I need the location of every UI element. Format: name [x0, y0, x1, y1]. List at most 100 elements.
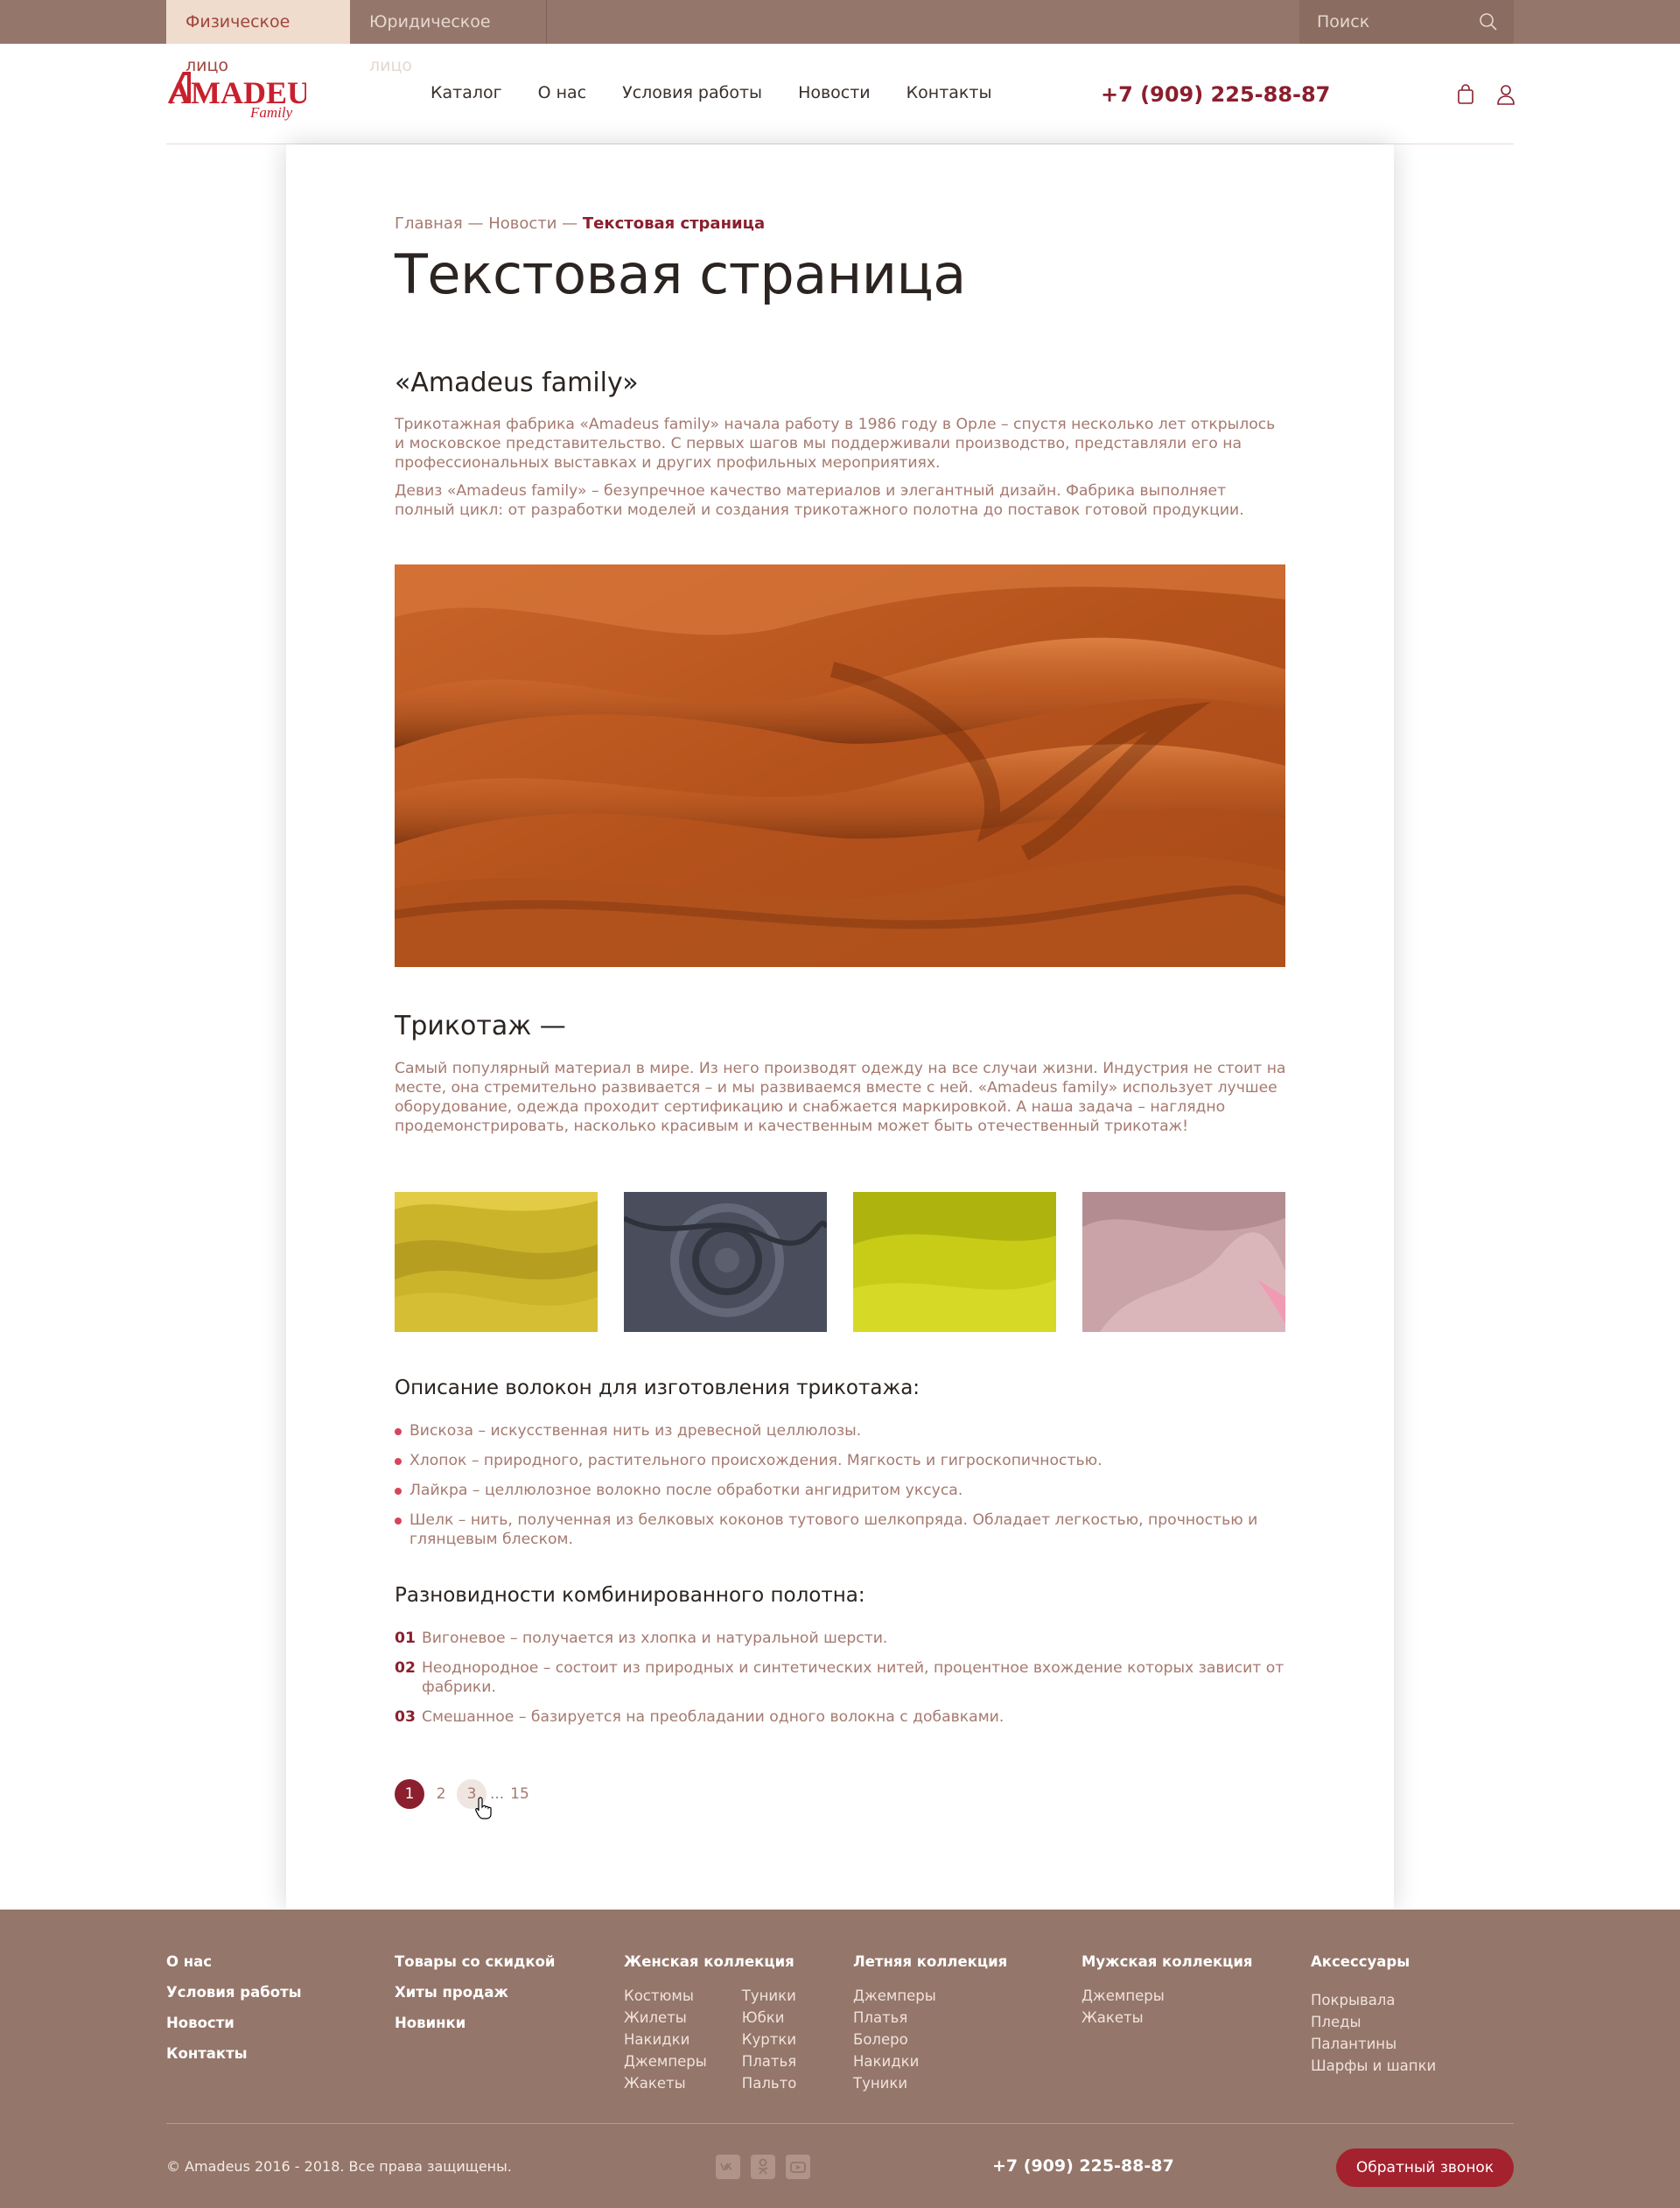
footer-link-bedspreads[interactable]: Покрывала	[1311, 1989, 1436, 2011]
footer-heading-men[interactable]: Мужская коллекция	[1082, 1953, 1253, 1970]
footer-link-scarves-hats[interactable]: Шарфы и шапки	[1311, 2055, 1436, 2077]
footer-col-accessories: Аксессуары Покрывала Пледы Палантины Шар…	[1311, 1953, 1436, 2077]
footer-link-bestsellers[interactable]: Хиты продаж	[395, 1984, 555, 2001]
footer-link-summer-capes[interactable]: Накидки	[853, 2050, 936, 2072]
list-item: 01 Вигоневое – получается из хлопка и нат…	[395, 1630, 888, 1647]
footer-link-new[interactable]: Новинки	[395, 2015, 555, 2031]
vk-icon[interactable]	[716, 2155, 740, 2179]
footer-link-men-jackets[interactable]: Жакеты	[1082, 2007, 1165, 2029]
fabric-thumb-grey	[624, 1192, 827, 1332]
footer-col-shop: Товары со скидкой Хиты продаж Новинки	[395, 1953, 555, 2045]
tab-individual[interactable]: Физическое лицо	[166, 0, 350, 75]
nav-terms[interactable]: Условия работы	[622, 83, 762, 102]
knitwear-paragraph: Самый популярный материал в мире. Из нег…	[395, 1060, 1286, 1135]
footer-link-summer-boleros[interactable]: Болеро	[853, 2029, 936, 2050]
hand-cursor-icon	[475, 1797, 492, 1819]
varieties-title: Разновидности комбинированного полотна:	[395, 1584, 865, 1607]
bullet-dot	[395, 1488, 402, 1495]
intro-paragraph-1: Трикотажная фабрика «Amadeus family» нач…	[395, 416, 1276, 472]
cart-icon[interactable]	[1456, 84, 1475, 105]
footer-heading-summer[interactable]: Летняя коллекция	[853, 1953, 1007, 1970]
odnoklassniki-icon[interactable]	[751, 2155, 775, 2179]
tab-legal-entity[interactable]: Юридическое лицо	[350, 0, 547, 75]
main-nav: Каталог О нас Условия работы Новости Кон…	[430, 83, 991, 102]
footer-link-about[interactable]: О нас	[166, 1953, 302, 1970]
breadcrumb-current: Текстовая страница	[582, 214, 766, 233]
footer-col-info: О нас Условия работы Новости Контакты	[166, 1953, 302, 2076]
footer-link-summer-jumpers[interactable]: Джемперы	[853, 1985, 936, 2007]
search-box	[1299, 0, 1514, 44]
list-item: 03 Смешанное – базируется на преобладании…	[395, 1708, 1004, 1726]
logo[interactable]: AMADEUS Family	[166, 67, 306, 123]
breadcrumb-separator: —	[556, 214, 583, 233]
footer-link-stoles[interactable]: Палантины	[1311, 2033, 1436, 2055]
footer-link-contacts[interactable]: Контакты	[166, 2045, 302, 2062]
hero-fabric-image	[395, 564, 1285, 967]
nav-about[interactable]: О нас	[538, 83, 587, 102]
bullet-dot	[395, 1518, 402, 1525]
footer-link-plaids[interactable]: Пледы	[1311, 2011, 1436, 2033]
fabric-thumb-yellow	[395, 1192, 598, 1332]
bullet-dot	[395, 1428, 402, 1435]
footer-phone[interactable]: +7 (909) 225-88-87	[992, 2156, 1174, 2176]
page-title: Текстовая страница	[395, 242, 966, 306]
nav-catalog[interactable]: Каталог	[430, 83, 502, 102]
footer-link-women-dresses[interactable]: Платья	[742, 2050, 797, 2072]
footer-divider	[166, 2123, 1514, 2124]
page-button-last[interactable]: 15	[505, 1779, 535, 1809]
breadcrumb-separator: —	[462, 214, 489, 233]
breadcrumb-news[interactable]: Новости	[488, 214, 556, 233]
search-icon[interactable]	[1479, 12, 1498, 32]
list-item: Лайкра – целлюлозное волокно после обраб…	[395, 1481, 1287, 1500]
list-item: Хлопок – природного, растительного проис…	[395, 1451, 1287, 1470]
breadcrumb-home[interactable]: Главная	[395, 214, 463, 233]
footer-link-discounts[interactable]: Товары со скидкой	[395, 1953, 555, 1970]
footer-link-women-coats-short[interactable]: Куртки	[742, 2029, 797, 2050]
top-bar: Физическое лицо Юридическое лицо	[0, 0, 1680, 75]
footer-link-women-coats[interactable]: Пальто	[742, 2072, 797, 2094]
bullet-dot	[395, 1458, 402, 1465]
footer-link-news[interactable]: Новости	[166, 2015, 302, 2031]
fibers-list: Вискоза – искусственная нить из древесно…	[395, 1421, 1287, 1560]
footer-col-men: Мужская коллекция Джемперы Жакеты	[1082, 1953, 1253, 2029]
section-title-amadeus: «Amadeus family»	[395, 368, 639, 398]
footer-col-women: Женская коллекция Костюмы Жилеты Накидки…	[624, 1953, 796, 2094]
footer-link-women-jumpers[interactable]: Джемперы	[624, 2050, 707, 2072]
footer-link-women-skirts[interactable]: Юбки	[742, 2007, 797, 2029]
section-title-knitwear: Трикотаж —	[395, 1011, 566, 1041]
footer-link-women-vests[interactable]: Жилеты	[624, 2007, 707, 2029]
footer-link-summer-tunics[interactable]: Туники	[853, 2072, 936, 2094]
logo-subtitle: Family	[249, 104, 293, 121]
footer-col-summer: Летняя коллекция Джемперы Платья Болеро …	[853, 1953, 1007, 2094]
page-button-1[interactable]: 1	[395, 1779, 424, 1809]
page-button-2[interactable]: 2	[426, 1779, 456, 1809]
fibers-title: Описание волокон для изготовления трикот…	[395, 1377, 920, 1399]
search-input[interactable]	[1317, 11, 1474, 32]
footer-link-women-capes[interactable]: Накидки	[624, 2029, 707, 2050]
callback-button[interactable]: Обратный звонок	[1336, 2148, 1514, 2187]
fabric-thumb-lime	[853, 1192, 1056, 1332]
footer-heading-women[interactable]: Женская коллекция	[624, 1953, 796, 1970]
content-card: Главная — Новости — Текстовая страница Т…	[286, 144, 1394, 1910]
header: AMADEUS Family Каталог О нас Условия раб…	[166, 44, 1516, 144]
footer-link-women-jackets[interactable]: Жакеты	[624, 2072, 707, 2094]
footer-heading-accessories[interactable]: Аксессуары	[1311, 1953, 1436, 1970]
footer-link-terms[interactable]: Условия работы	[166, 1984, 302, 2001]
breadcrumb: Главная — Новости — Текстовая страница	[395, 214, 765, 233]
intro-paragraph-2: Девиз «Amadeus family» – безупречное кач…	[395, 482, 1244, 519]
footer-link-women-tunics[interactable]: Туники	[742, 1985, 797, 2007]
footer-link-men-jumpers[interactable]: Джемперы	[1082, 1985, 1165, 2007]
footer-link-women-costumes[interactable]: Костюмы	[624, 1985, 707, 2007]
copyright: © Amadeus 2016 - 2018. Все права защищен…	[166, 2158, 512, 2175]
fabric-thumb-pink	[1082, 1192, 1285, 1332]
header-phone[interactable]: +7 (909) 225-88-87	[1101, 82, 1330, 107]
nav-news[interactable]: Новости	[798, 83, 871, 102]
varieties-list: 01 Вигоневое – получается из хлопка и нат…	[395, 1629, 1287, 1737]
footer-link-summer-dresses[interactable]: Платья	[853, 2007, 936, 2029]
footer: О нас Условия работы Новости Контакты То…	[0, 1910, 1680, 2208]
youtube-icon[interactable]	[786, 2155, 810, 2179]
user-icon[interactable]	[1496, 84, 1516, 105]
nav-contacts[interactable]: Контакты	[906, 83, 992, 102]
list-item: Шелк – нить, полученная из белковых коко…	[395, 1511, 1287, 1549]
list-item: 02 Неоднородное – состоит из природных и …	[395, 1659, 1284, 1696]
